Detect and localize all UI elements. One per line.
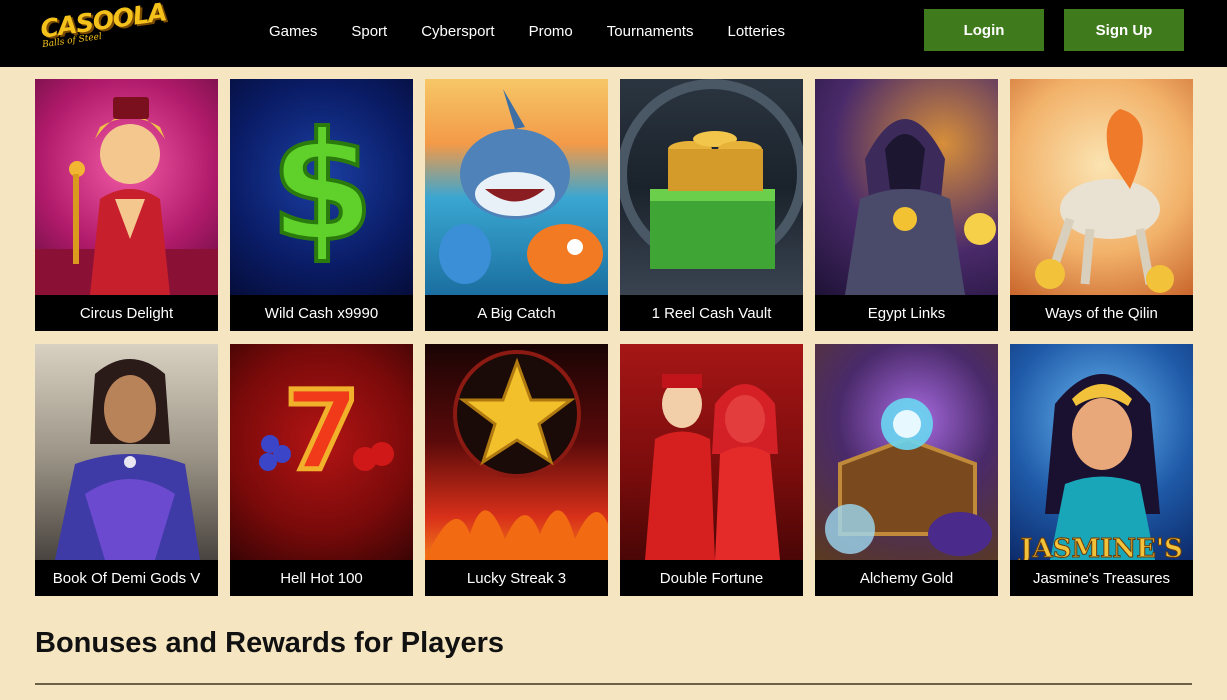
game-tile-circus-delight[interactable]: Circus Delight [35,79,218,331]
games-grid: Circus Delight $ Wild Cash x9990 A Big C… [35,79,1193,596]
shark-and-fish-illustration [439,89,603,284]
game-thumbnail [425,79,608,295]
game-thumbnail [620,344,803,560]
game-tile-hell-hot-100[interactable]: 7 Hell Hot 100 [230,344,413,596]
game-tile-ways-of-the-qilin[interactable]: Ways of the Qilin [1010,79,1193,331]
nav-lotteries[interactable]: Lotteries [727,23,785,40]
game-title: Circus Delight [35,295,218,331]
game-title: Lucky Streak 3 [425,560,608,596]
game-title: Egypt Links [815,295,998,331]
top-header: CASOOLA Balls of Steel Games Sport Cyber… [0,0,1227,67]
game-thumbnail [35,79,218,295]
game-title: Double Fortune [620,560,803,596]
nav-sport[interactable]: Sport [351,23,387,40]
game-title: 1 Reel Cash Vault [620,295,803,331]
game-tile-1-reel-cash-vault[interactable]: 1 Reel Cash Vault [620,79,803,331]
game-tile-lucky-streak-3[interactable]: Lucky Streak 3 [425,344,608,596]
game-tile-a-big-catch[interactable]: A Big Catch [425,79,608,331]
section-divider [35,683,1192,685]
game-tile-book-of-demi-gods-v[interactable]: Book Of Demi Gods V [35,344,218,596]
game-tile-double-fortune[interactable]: Double Fortune [620,344,803,596]
game-title: Ways of the Qilin [1010,295,1193,331]
login-button[interactable]: Login [924,9,1044,51]
game-tile-wild-cash-x9990[interactable]: $ Wild Cash x9990 [230,79,413,331]
cash-stack-illustration [620,79,803,269]
main-nav: Games Sport Cybersport Promo Tournaments… [252,0,802,62]
jasmine-illustration [1045,374,1160,560]
wedding-couple-illustration [645,374,780,560]
game-thumbnail [425,344,608,560]
game-tile-jasmines-treasures[interactable]: JASMINE'S Jasmine's Treasures [1010,344,1193,596]
ringmaster-illustration [35,97,218,295]
nav-tournaments[interactable]: Tournaments [607,23,694,40]
lucky-seven-icon: 7 [259,365,394,498]
game-art-logo-text: JASMINE'S [1020,534,1184,561]
game-thumbnail [1010,79,1193,295]
section-title-bonuses: Bonuses and Rewards for Players [35,627,504,659]
game-thumbnail [815,79,998,295]
game-thumbnail: JASMINE'S [1010,344,1193,560]
game-thumbnail: $ [230,79,413,295]
game-title: Book Of Demi Gods V [35,560,218,596]
star-icon [425,350,608,560]
dollar-sign-icon: $ [268,99,376,277]
hooded-warrior-illustration [845,119,996,295]
goddess-illustration [55,359,200,560]
sign-up-button[interactable]: Sign Up [1064,9,1184,51]
game-thumbnail [35,344,218,560]
casoola-logo[interactable]: CASOOLA Balls of Steel [38,0,168,58]
qilin-illustration [1035,109,1174,293]
game-tile-alchemy-gold[interactable]: Alchemy Gold [815,344,998,596]
game-thumbnail [620,79,803,295]
alchemy-book-illustration [825,398,992,556]
game-tile-egypt-links[interactable]: Egypt Links [815,79,998,331]
game-title: Alchemy Gold [815,560,998,596]
game-title: Wild Cash x9990 [230,295,413,331]
game-title: Jasmine's Treasures [1010,560,1193,596]
nav-games[interactable]: Games [269,23,317,40]
game-title: A Big Catch [425,295,608,331]
svg-text:7: 7 [284,367,361,495]
game-thumbnail: 7 [230,344,413,560]
game-thumbnail [815,344,998,560]
svg-text:$: $ [270,101,374,275]
game-title: Hell Hot 100 [230,560,413,596]
nav-cybersport[interactable]: Cybersport [421,23,494,40]
nav-promo[interactable]: Promo [529,23,573,40]
